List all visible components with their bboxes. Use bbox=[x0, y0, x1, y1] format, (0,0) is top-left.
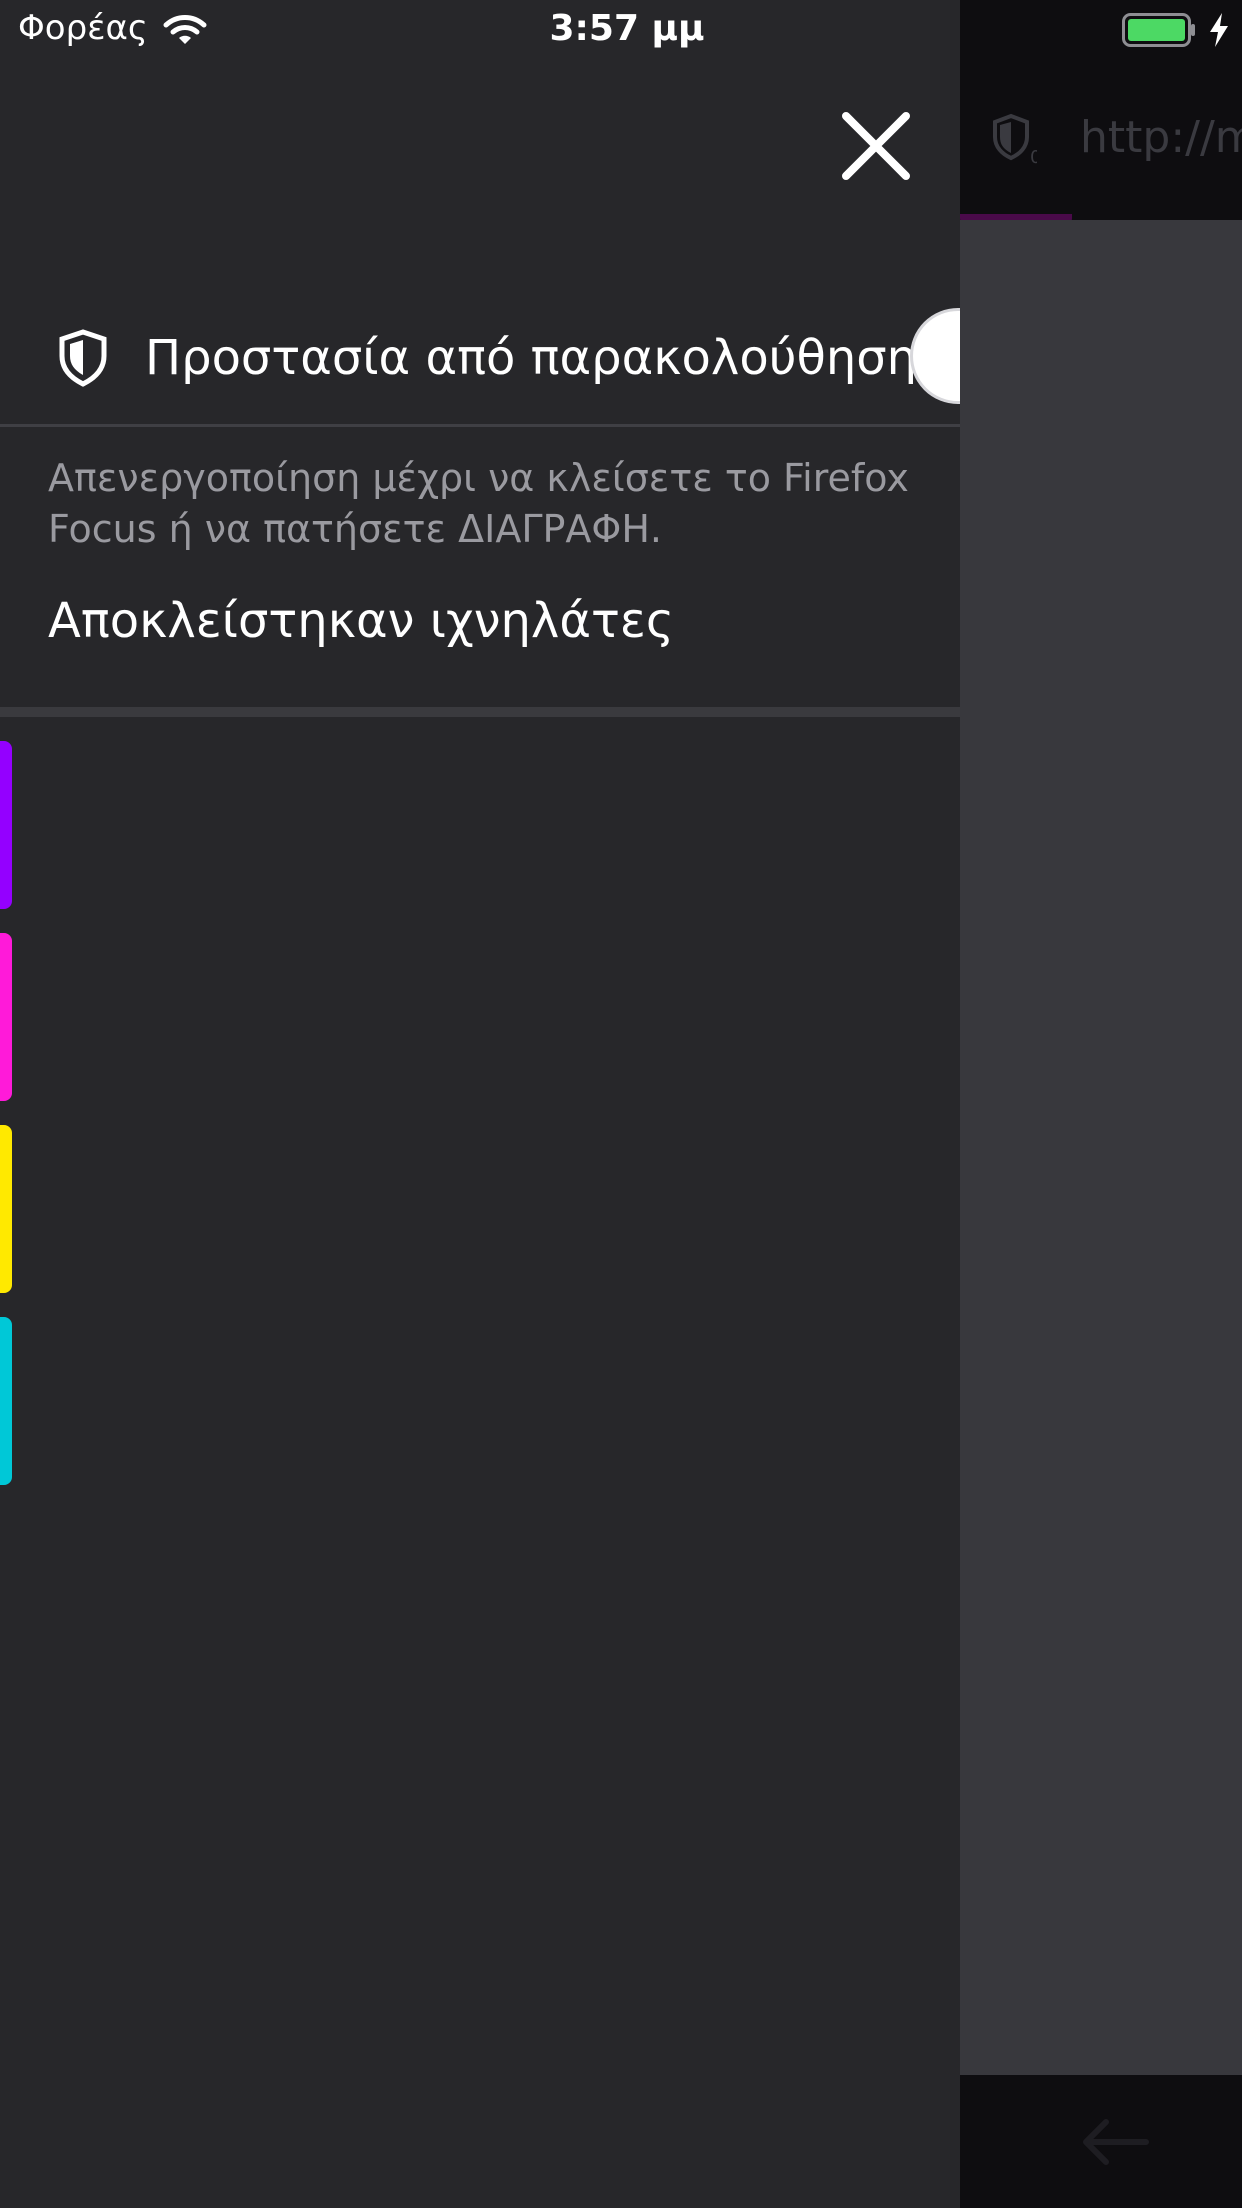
tracker-category-bar bbox=[0, 933, 12, 1101]
url-tracker-count: 0 bbox=[1030, 147, 1037, 165]
tracker-category-bar bbox=[0, 1317, 12, 1485]
status-bar: Φορέας 3:57 μμ bbox=[0, 0, 1242, 60]
tracking-protection-description: Απενεργοποίηση μέχρι να κλείσετε το Fire… bbox=[48, 456, 909, 551]
section-divider bbox=[0, 707, 960, 717]
back-arrow-icon[interactable] bbox=[1078, 2118, 1150, 2166]
screen: 0 http://m Προστασία από παρακολούθηση Α… bbox=[0, 0, 1242, 2208]
tracking-protection-panel: Προστασία από παρακολούθηση Απενεργοποίη… bbox=[0, 0, 960, 2208]
close-icon[interactable] bbox=[838, 108, 914, 184]
url-shield-icon[interactable]: 0 bbox=[993, 113, 1037, 165]
charging-bolt-icon bbox=[1210, 13, 1228, 47]
tracking-protection-toggle[interactable] bbox=[910, 308, 960, 404]
divider bbox=[0, 424, 960, 427]
tracker-category-bar bbox=[0, 1125, 12, 1293]
tracking-protection-row: Προστασία από παρακολούθηση bbox=[0, 300, 960, 424]
tracking-protection-title: Προστασία από παρακολούθηση bbox=[145, 330, 918, 386]
tracker-category-bar bbox=[0, 741, 12, 909]
shield-icon bbox=[59, 329, 107, 387]
url-text[interactable]: http://m bbox=[1080, 112, 1242, 163]
clock: 3:57 μμ bbox=[549, 8, 705, 49]
trackers-blocked-heading: Αποκλείστηκαν ιχνηλάτες bbox=[48, 593, 674, 649]
battery-icon bbox=[1122, 13, 1195, 47]
